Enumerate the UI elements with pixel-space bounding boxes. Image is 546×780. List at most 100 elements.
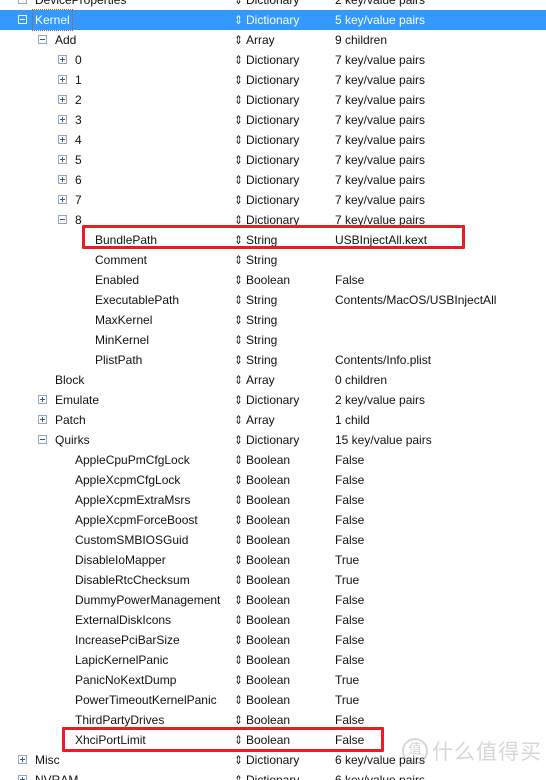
tree-row-key[interactable]: AppleXcpmCfgLock	[73, 470, 182, 490]
tree-row[interactable]: ExecutablePath ⇕ String Contents/MacOS/USBI…	[0, 290, 546, 310]
expand-icon[interactable]	[58, 135, 67, 144]
tree-row[interactable]: AppleXcpmExtraMsrs ⇕ Boolean False	[0, 490, 546, 510]
tree-row[interactable]: 7 ⇕ Dictionary 7 key/value pairs	[0, 190, 546, 210]
tree-row-type[interactable]: ⇕ Boolean	[233, 630, 290, 650]
tree-row-type[interactable]: ⇕ Dictionary	[233, 430, 299, 450]
tree-row-type[interactable]: ⇕ Boolean	[233, 650, 290, 670]
tree-row-value[interactable]: False	[335, 270, 364, 290]
tree-row[interactable]: XhciPortLimit ⇕ Boolean False	[0, 730, 546, 750]
collapse-icon[interactable]	[38, 35, 47, 44]
tree-row-key[interactable]: ThirdPartyDrives	[73, 710, 166, 730]
tree-row-type[interactable]: ⇕ Dictionary	[233, 390, 299, 410]
tree-row-type[interactable]: ⇕ String	[233, 350, 277, 370]
tree-row[interactable]: 0 ⇕ Dictionary 7 key/value pairs	[0, 50, 546, 70]
tree-row-key[interactable]: Block	[53, 370, 86, 390]
tree-row-key[interactable]: 1	[73, 70, 84, 90]
tree-row-type[interactable]: ⇕ Boolean	[233, 550, 290, 570]
tree-row-type[interactable]: ⇕ Dictionary	[233, 70, 299, 90]
tree-row-value[interactable]: True	[335, 550, 359, 570]
expand-icon[interactable]	[58, 175, 67, 184]
type-updown-arrow-icon[interactable]: ⇕	[234, 530, 243, 550]
type-updown-arrow-icon[interactable]: ⇕	[234, 750, 243, 770]
type-updown-arrow-icon[interactable]: ⇕	[234, 0, 243, 10]
tree-row-value[interactable]: 7 key/value pairs	[335, 130, 425, 150]
tree-row-type[interactable]: ⇕ String	[233, 250, 277, 270]
tree-row-type[interactable]: ⇕ Boolean	[233, 610, 290, 630]
type-updown-arrow-icon[interactable]: ⇕	[234, 410, 243, 430]
tree-row[interactable]: DummyPowerManagement ⇕ Boolean False	[0, 590, 546, 610]
tree-row-key[interactable]: DisableRtcChecksum	[73, 570, 192, 590]
type-updown-arrow-icon[interactable]: ⇕	[234, 590, 243, 610]
tree-row[interactable]: ExternalDiskIcons ⇕ Boolean False	[0, 610, 546, 630]
tree-row-value[interactable]: 2 key/value pairs	[335, 0, 425, 10]
expand-icon[interactable]	[38, 415, 47, 424]
tree-row[interactable]: IncreasePciBarSize ⇕ Boolean False	[0, 630, 546, 650]
tree-row-key[interactable]: NVRAM	[33, 770, 80, 780]
tree-row-type[interactable]: ⇕ String	[233, 230, 277, 250]
type-updown-arrow-icon[interactable]: ⇕	[234, 310, 243, 330]
tree-row-key[interactable]: AppleXcpmExtraMsrs	[73, 490, 192, 510]
type-updown-arrow-icon[interactable]: ⇕	[234, 210, 243, 230]
tree-row-value[interactable]: False	[335, 650, 364, 670]
type-updown-arrow-icon[interactable]: ⇕	[234, 270, 243, 290]
tree-row-type[interactable]: ⇕ Array	[233, 30, 274, 50]
tree-row[interactable]: 5 ⇕ Dictionary 7 key/value pairs	[0, 150, 546, 170]
expand-icon[interactable]	[58, 95, 67, 104]
collapse-icon[interactable]	[18, 0, 27, 4]
tree-row[interactable]: DisableRtcChecksum ⇕ Boolean True	[0, 570, 546, 590]
tree-row-value[interactable]: False	[335, 510, 364, 530]
tree-row-type[interactable]: ⇕ Boolean	[233, 590, 290, 610]
tree-row-type[interactable]: ⇕ Dictionary	[233, 750, 299, 770]
tree-row-key[interactable]: PowerTimeoutKernelPanic	[73, 690, 219, 710]
tree-row-type[interactable]: ⇕ Dictionary	[233, 50, 299, 70]
tree-row-key[interactable]: LapicKernelPanic	[73, 650, 170, 670]
tree-row[interactable]: 4 ⇕ Dictionary 7 key/value pairs	[0, 130, 546, 150]
tree-row-key[interactable]: 3	[73, 110, 84, 130]
tree-row-type[interactable]: ⇕ Boolean	[233, 670, 290, 690]
tree-row-type[interactable]: ⇕ Dictionary	[233, 190, 299, 210]
type-updown-arrow-icon[interactable]: ⇕	[234, 690, 243, 710]
tree-row-key[interactable]: AppleCpuPmCfgLock	[73, 450, 192, 470]
tree-row[interactable]: Add ⇕ Array 9 children	[0, 30, 546, 50]
tree-row-key[interactable]: 8	[73, 210, 84, 230]
tree-row[interactable]: CustomSMBIOSGuid ⇕ Boolean False	[0, 530, 546, 550]
tree-row[interactable]: Patch ⇕ Array 1 child	[0, 410, 546, 430]
tree-row-value[interactable]: USBInjectAll.kext	[335, 230, 427, 250]
tree-row-value[interactable]: 7 key/value pairs	[335, 150, 425, 170]
expand-icon[interactable]	[58, 115, 67, 124]
tree-row-key[interactable]: 5	[73, 150, 84, 170]
type-updown-arrow-icon[interactable]: ⇕	[234, 770, 243, 780]
tree-row-value[interactable]: 6 key/value pairs	[335, 770, 425, 780]
tree-row-type[interactable]: ⇕ Boolean	[233, 490, 290, 510]
tree-row[interactable]: ThirdPartyDrives ⇕ Boolean False	[0, 710, 546, 730]
tree-row-key[interactable]: 0	[73, 50, 84, 70]
type-updown-arrow-icon[interactable]: ⇕	[234, 90, 243, 110]
tree-row[interactable]: LapicKernelPanic ⇕ Boolean False	[0, 650, 546, 670]
tree-row-key[interactable]: DummyPowerManagement	[73, 590, 222, 610]
tree-row-type[interactable]: ⇕ Boolean	[233, 730, 290, 750]
expand-icon[interactable]	[58, 55, 67, 64]
tree-row-value[interactable]: False	[335, 710, 364, 730]
tree-row-value[interactable]: Contents/Info.plist	[335, 350, 431, 370]
tree-row[interactable]: Emulate ⇕ Dictionary 2 key/value pairs	[0, 390, 546, 410]
tree-row-type[interactable]: ⇕ Boolean	[233, 470, 290, 490]
tree-row-value[interactable]: 15 key/value pairs	[335, 430, 432, 450]
type-updown-arrow-icon[interactable]: ⇕	[234, 730, 243, 750]
tree-row-value[interactable]: True	[335, 690, 359, 710]
type-updown-arrow-icon[interactable]: ⇕	[234, 30, 243, 50]
type-updown-arrow-icon[interactable]: ⇕	[234, 290, 243, 310]
tree-row-type[interactable]: ⇕ Boolean	[233, 450, 290, 470]
tree-row-value[interactable]: 0 children	[335, 370, 387, 390]
tree-row-value[interactable]: False	[335, 490, 364, 510]
tree-row[interactable]: DeviceProperties ⇕ Dictionary 2 key/value p…	[0, 0, 546, 10]
tree-row[interactable]: PlistPath ⇕ String Contents/Info.plist	[0, 350, 546, 370]
tree-row-type[interactable]: ⇕ Dictionary	[233, 130, 299, 150]
tree-row-value[interactable]: 7 key/value pairs	[335, 50, 425, 70]
type-updown-arrow-icon[interactable]: ⇕	[234, 230, 243, 250]
tree-row-key[interactable]: 7	[73, 190, 84, 210]
tree-row[interactable]: Misc ⇕ Dictionary 6 key/value pairs	[0, 750, 546, 770]
tree-row-type[interactable]: ⇕ Dictionary	[233, 90, 299, 110]
tree-row[interactable]: 3 ⇕ Dictionary 7 key/value pairs	[0, 110, 546, 130]
tree-row-key[interactable]: Quirks	[53, 430, 92, 450]
tree-row-key[interactable]: Emulate	[53, 390, 101, 410]
